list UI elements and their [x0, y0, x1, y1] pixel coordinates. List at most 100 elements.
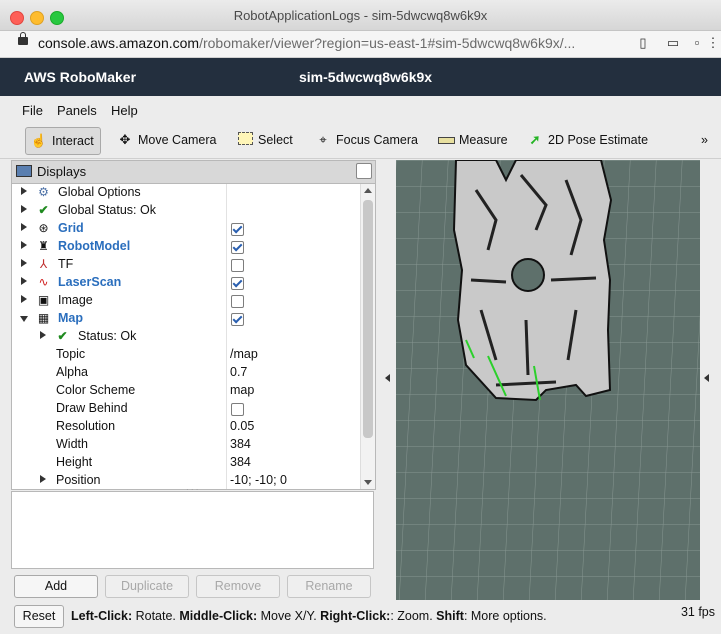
topic-label: Topic — [56, 347, 86, 361]
menu-panels[interactable]: Panels — [57, 103, 97, 118]
simulation-name: sim-5dwcwq8w6k9x — [299, 69, 433, 85]
tf-checkbox[interactable] — [231, 259, 244, 272]
tree-row-map[interactable]: ▦ Map — [12, 310, 360, 328]
select-label: Select — [258, 133, 293, 147]
global-options-label: Global Options — [58, 185, 141, 199]
tree-row-map-status[interactable]: ✔ Status: Ok — [12, 328, 360, 346]
height-label: Height — [56, 455, 93, 469]
robotmodel-checkbox[interactable] — [231, 241, 244, 254]
expand-arrow-icon[interactable] — [40, 331, 46, 339]
middle-click-key: Middle-Click: — [179, 609, 258, 623]
draw-behind-checkbox[interactable] — [231, 403, 244, 416]
left-dock-handle[interactable] — [382, 160, 394, 600]
select-tool-button[interactable]: Select — [236, 127, 293, 153]
pose-estimate-label: 2D Pose Estimate — [548, 133, 649, 147]
map-checkbox[interactable] — [231, 313, 244, 326]
interact-tool-button[interactable]: ☝ Interact — [25, 127, 101, 155]
scrollbar-thumb[interactable] — [363, 200, 373, 438]
scroll-down-icon[interactable] — [364, 480, 372, 485]
status-bar: Reset Left-Click: Rotate. Middle-Click: … — [0, 602, 721, 634]
left-click-key: Left-Click: — [71, 609, 133, 623]
gear-icon: ⚙ — [38, 185, 49, 199]
duplicate-button[interactable]: Duplicate — [105, 575, 189, 598]
monitor-icon — [16, 165, 32, 177]
width-label: Width — [56, 437, 88, 451]
color-scheme-value[interactable]: map — [230, 383, 254, 397]
tree-row-tf[interactable]: ⅄ TF — [12, 256, 360, 274]
menu-help[interactable]: Help — [111, 103, 138, 118]
grid-checkbox[interactable] — [231, 223, 244, 236]
lock-icon — [18, 32, 28, 45]
expand-arrow-icon[interactable] — [21, 187, 27, 195]
tree-row-topic[interactable]: Topic /map — [12, 346, 360, 364]
scroll-up-icon[interactable] — [364, 188, 372, 193]
url-text[interactable]: console.aws.amazon.com/robomaker/viewer?… — [38, 35, 575, 51]
ruler-icon — [437, 132, 455, 148]
reset-button[interactable]: Reset — [14, 605, 64, 628]
expand-arrow-icon[interactable] — [21, 259, 27, 267]
grid-icon: ⊛ — [38, 221, 49, 235]
check-icon: ✔ — [38, 203, 49, 217]
more-icon[interactable]: ⋮ — [706, 36, 720, 50]
image-checkbox[interactable] — [231, 295, 244, 308]
topic-value[interactable]: /map — [230, 347, 258, 361]
alpha-value[interactable]: 0.7 — [230, 365, 247, 379]
fps-counter: 31 fps — [680, 605, 715, 619]
measure-tool-button[interactable]: Measure — [437, 127, 508, 153]
tree-row-global-options[interactable]: ⚙ Global Options — [12, 184, 360, 202]
window-title: RobotApplicationLogs - sim-5dwcwq8w6k9x — [233, 8, 488, 23]
clipboard-icon[interactable]: ▯ — [636, 36, 650, 50]
focus-camera-label: Focus Camera — [336, 133, 418, 147]
position-value[interactable]: -10; -10; 0 — [230, 473, 287, 487]
move-camera-tool-button[interactable]: ✥ Move Camera — [116, 127, 217, 153]
expand-arrow-icon[interactable] — [21, 241, 27, 249]
resolution-value: 0.05 — [230, 419, 255, 433]
tree-row-color-scheme[interactable]: Color Scheme map — [12, 382, 360, 400]
camera-icon[interactable]: ▫ — [690, 36, 704, 50]
tree-row-resolution[interactable]: Resolution 0.05 — [12, 418, 360, 436]
expand-arrow-icon[interactable] — [21, 295, 27, 303]
panel-float-button[interactable] — [356, 163, 372, 179]
expand-arrow-icon[interactable] — [40, 475, 46, 483]
add-button[interactable]: Add — [14, 575, 98, 598]
expand-arrow-icon[interactable] — [21, 223, 27, 231]
remove-button[interactable]: Remove — [196, 575, 280, 598]
menu-file[interactable]: File — [22, 103, 43, 118]
displays-panel: Displays ⚙ Global Options ✔ Global Statu… — [11, 160, 376, 598]
tree-row-width[interactable]: Width 384 — [12, 436, 360, 454]
expand-arrow-icon[interactable] — [21, 205, 27, 213]
url-bar[interactable]: console.aws.amazon.com/robomaker/viewer?… — [0, 31, 721, 58]
position-label: Position — [56, 473, 101, 487]
collapse-right-icon — [704, 374, 709, 382]
displays-header: Displays — [11, 160, 376, 184]
left-click-text: Rotate. — [132, 609, 180, 623]
map-render — [396, 160, 700, 600]
tree-row-image[interactable]: ▣ Image — [12, 292, 360, 310]
resolution-label: Resolution — [56, 419, 116, 433]
right-dock-handle[interactable] — [701, 160, 713, 600]
screen-share-icon[interactable]: ▭ — [666, 36, 680, 50]
rename-button[interactable]: Rename — [287, 575, 371, 598]
tree-row-global-status[interactable]: ✔ Global Status: Ok — [12, 202, 360, 220]
window-titlebar: RobotApplicationLogs - sim-5dwcwq8w6k9x — [0, 0, 721, 31]
tree-row-robotmodel[interactable]: ♜ RobotModel — [12, 238, 360, 256]
displays-tree[interactable]: ⚙ Global Options ✔ Global Status: Ok ⊛ G… — [11, 183, 376, 490]
expand-arrow-icon[interactable] — [21, 277, 27, 285]
aws-header: AWS RoboMaker sim-5dwcwq8w6k9x — [0, 58, 721, 96]
collapse-arrow-icon[interactable] — [20, 316, 28, 322]
3d-viewport[interactable] — [396, 160, 700, 600]
move-arrows-icon: ✥ — [119, 132, 131, 147]
tree-row-grid[interactable]: ⊛ Grid — [12, 220, 360, 238]
tree-scrollbar[interactable] — [360, 184, 375, 489]
laserscan-checkbox[interactable] — [231, 277, 244, 290]
tree-row-height[interactable]: Height 384 — [12, 454, 360, 472]
laser-icon: ∿ — [38, 275, 49, 289]
toolbar-overflow-button[interactable]: » — [701, 127, 708, 153]
map-hole — [511, 258, 545, 292]
grid-label: Grid — [58, 221, 84, 235]
focus-camera-tool-button[interactable]: ⌖ Focus Camera — [314, 127, 418, 153]
tree-row-alpha[interactable]: Alpha 0.7 — [12, 364, 360, 382]
pose-estimate-tool-button[interactable]: ➚ 2D Pose Estimate — [526, 127, 649, 153]
tree-row-draw-behind[interactable]: Draw Behind — [12, 400, 360, 418]
tree-row-laserscan[interactable]: ∿ LaserScan — [12, 274, 360, 292]
